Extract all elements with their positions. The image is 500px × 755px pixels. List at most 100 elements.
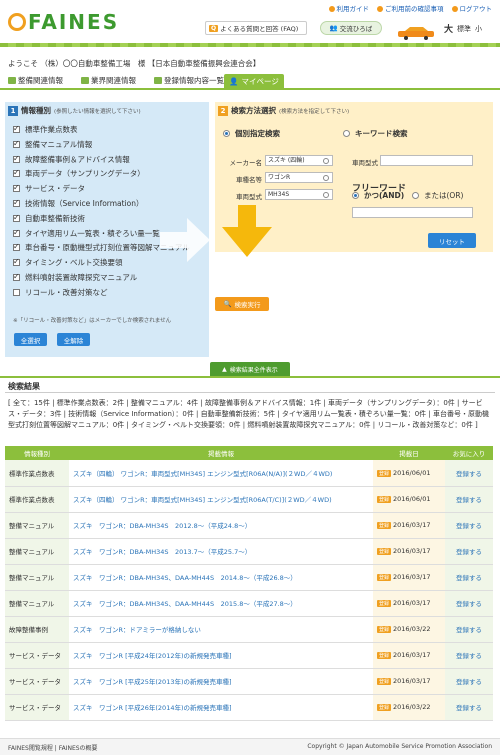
or-radio[interactable]: または(OR) [412, 190, 463, 201]
checkbox-box[interactable] [13, 183, 20, 193]
row-date: 2016/03/17 [393, 547, 431, 555]
search-icon: 🔍 [223, 300, 232, 308]
precheck-link[interactable]: ご利用前の確認事項 [377, 3, 444, 13]
checkbox-box[interactable] [13, 257, 20, 267]
registered-badge: 登録 [377, 496, 392, 503]
row-date-cell: 登録 2016/03/22 [373, 616, 445, 643]
or-label: または(OR) [424, 191, 464, 200]
row-title-link[interactable]: スズキ ワゴンR：DBA-MH34S 2013.7～（平成25.7～） [73, 548, 251, 556]
checkbox-box[interactable] [13, 288, 20, 296]
add-favorite-link[interactable]: 登録する [456, 470, 482, 478]
guide-link[interactable]: 利用ガイド [328, 3, 370, 13]
select-all-button[interactable]: 全選択 [14, 333, 47, 346]
row-title-link[interactable]: スズキ ワゴンR [平成26年(2014年)の新規発売車種] [73, 704, 232, 712]
table-row: 整備マニュアル スズキ ワゴンR：DBA-MH34S、DAA-MH44S 2015… [5, 590, 493, 617]
logout-link-label[interactable]: ログアウト [460, 5, 493, 13]
info-type-checkbox[interactable]: タイヤ適用リム一覧表・積ぞろい量一覧 [13, 228, 160, 239]
type-label: 車両型式 [236, 193, 262, 201]
checkbox-box[interactable] [13, 198, 20, 207]
radio-dot[interactable] [343, 130, 350, 137]
checkbox-box[interactable] [13, 272, 20, 281]
add-favorite-link[interactable]: 登録する [456, 652, 482, 660]
checkbox-box[interactable] [13, 213, 20, 222]
row-title-link[interactable]: スズキ ワゴンR：ドアミラーが格納しない [73, 626, 201, 634]
guide-link-label[interactable]: 利用ガイド [337, 5, 370, 13]
info-type-checkbox[interactable]: 燃料噴射装置故障探究マニュアル [13, 272, 137, 283]
add-favorite-link[interactable]: 登録する [456, 626, 482, 634]
row-title-link[interactable]: スズキ ワゴンR [平成24年(2012年)の新規発売車種] [73, 652, 232, 660]
koryu-button[interactable]: 👥 交流ひろば [320, 21, 382, 35]
checkbox-box[interactable] [13, 154, 20, 163]
info-type-checkbox[interactable]: サービス・データ [13, 183, 85, 194]
reset-button[interactable]: リセット [428, 233, 476, 248]
info-type-checkbox[interactable]: 整備マニュアル情報 [13, 139, 92, 150]
individual-search-radio[interactable]: 個別指定検索 [223, 128, 280, 139]
font-small-button[interactable]: 小 [475, 24, 482, 34]
checkbox-box[interactable] [13, 228, 20, 237]
model-select[interactable]: ワゴンR [265, 172, 333, 183]
faq-button[interactable]: Q よくある質問と回答 (FAQ) [205, 21, 307, 35]
row-title-link[interactable]: スズキ ワゴンR：DBA-MH34S、DAA-MH44S 2014.8～（平成2… [73, 574, 297, 582]
radio-dot[interactable] [412, 192, 419, 199]
search-button[interactable]: 🔍 検索実行 [215, 297, 269, 311]
row-title-link[interactable]: スズキ（四輪） ワゴンR：車両型式[MH34S] エンジン型式[R06A(T/C… [73, 496, 332, 504]
checkbox-box[interactable] [13, 168, 20, 178]
col-category: 情報種別 [5, 446, 69, 460]
and-radio[interactable]: かつ(AND) [352, 190, 404, 201]
row-category: サービス・データ [5, 668, 69, 695]
footer-links[interactable]: FAINES閲覧規程 | FAINESの概要 [8, 743, 98, 752]
radio-dot[interactable] [223, 130, 230, 137]
add-favorite-link[interactable]: 登録する [456, 548, 482, 556]
row-title-link[interactable]: スズキ（四輪） ワゴンR：車両型式[MH34S] エンジン型式[R06A(N/A… [73, 470, 332, 478]
row-title-link[interactable]: スズキ ワゴンR [平成25年(2013年)の新規発売車種] [73, 678, 232, 686]
add-favorite-link[interactable]: 登録する [456, 704, 482, 712]
tab-registered[interactable]: 登録情報内容一覧 [154, 74, 224, 87]
info-type-checkbox[interactable]: 車両データ（サンプリングデータ） [13, 168, 145, 179]
add-favorite-link[interactable]: 登録する [456, 496, 482, 504]
radio-dot[interactable] [352, 192, 359, 199]
info-type-checkbox[interactable]: 技術情報（Service Information） [13, 198, 144, 209]
keyword-search-radio[interactable]: キーワード検索 [343, 128, 408, 139]
checkbox-box[interactable] [13, 139, 20, 148]
row-favorite-cell: 登録する [445, 668, 493, 695]
row-category: 整備マニュアル [5, 590, 69, 617]
tab-mypage[interactable]: 👤 マイページ [224, 74, 284, 88]
row-favorite-cell: 登録する [445, 616, 493, 643]
row-category: 標準作業点数表 [5, 486, 69, 513]
info-type-checkbox[interactable]: 自動車整備新技術 [13, 213, 85, 224]
font-standard-button[interactable]: 標準 [457, 24, 471, 34]
arrow-right-icon [160, 218, 210, 262]
engine-type-input[interactable] [380, 155, 473, 166]
freeword-input[interactable] [352, 207, 473, 218]
font-large-button[interactable]: 大 [444, 22, 453, 35]
checkbox-box[interactable] [13, 124, 20, 133]
show-all-results-button[interactable]: ▲ 検索結果全件表示 [210, 362, 290, 376]
faines-logo[interactable]: FAINES [8, 10, 119, 34]
add-favorite-link[interactable]: 登録する [456, 574, 482, 582]
row-date-cell: 登録 2016/06/01 [373, 460, 445, 487]
registered-badge: 登録 [377, 626, 392, 633]
info-type-checkbox[interactable]: タイミング・ベルト交換要領 [13, 257, 123, 268]
add-favorite-link[interactable]: 登録する [456, 522, 482, 530]
tab-industry[interactable]: 業界関連情報 [81, 74, 136, 87]
info-type-checkbox[interactable]: 標準作業点数表 [13, 124, 78, 135]
info-type-checkbox[interactable]: リコール・改善対策など [13, 287, 108, 298]
tab-maintenance-label: 整備関連情報 [18, 76, 63, 85]
info-type-checkbox[interactable]: 故障整備事例＆アドバイス情報 [13, 154, 130, 165]
row-date: 2016/03/17 [393, 573, 431, 581]
checkbox-label: 故障整備事例＆アドバイス情報 [25, 154, 130, 164]
tab-maintenance[interactable]: 整備関連情報 [8, 74, 63, 87]
add-favorite-link[interactable]: 登録する [456, 678, 482, 686]
precheck-link-label[interactable]: ご利用前の確認事項 [385, 5, 444, 13]
checkbox-box[interactable] [13, 242, 20, 252]
type-select[interactable]: MH34S [265, 189, 333, 200]
add-favorite-link[interactable]: 登録する [456, 600, 482, 608]
maker-select[interactable]: スズキ (四輪) [265, 155, 333, 166]
table-row: 故障整備事例 スズキ ワゴンR：ドアミラーが格納しない 登録 2016/03/22 登録… [5, 616, 493, 643]
logout-link[interactable]: ログアウト [451, 3, 493, 13]
row-title-link[interactable]: スズキ ワゴンR：DBA-MH34S、DAA-MH44S 2015.8～（平成2… [73, 600, 297, 608]
clear-all-button[interactable]: 全解除 [57, 333, 90, 346]
row-title-link[interactable]: スズキ ワゴンR：DBA-MH34S 2012.8～（平成24.8～） [73, 522, 251, 530]
registered-badge: 登録 [377, 574, 392, 581]
checkbox-label: タイミング・ベルト交換要領 [25, 258, 123, 268]
